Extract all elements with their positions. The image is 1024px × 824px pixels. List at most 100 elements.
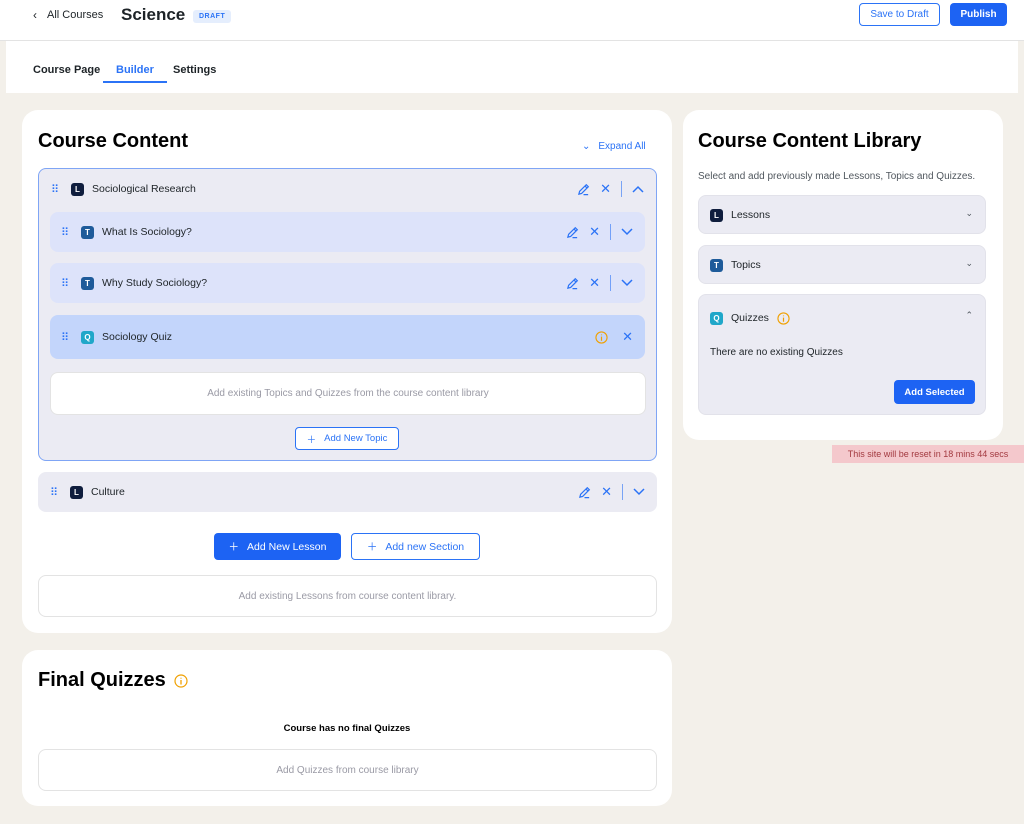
topic-title: Why Study Sociology?	[102, 277, 208, 289]
publish-button[interactable]: Publish	[950, 3, 1007, 26]
course-content-card: Course Content ⌄ Expand All ⠿ L Sociolog…	[22, 110, 672, 633]
plus-icon: ＋	[306, 434, 317, 446]
tab-course-page[interactable]: Course Page	[33, 64, 100, 81]
quiz-badge-icon: Q	[710, 311, 723, 325]
course-title: Science	[121, 5, 186, 24]
add-new-topic-label: Add New Topic	[324, 433, 388, 444]
library-description: Select and add previously made Lessons, …	[698, 171, 976, 182]
topic-actions: ✕	[566, 212, 633, 252]
lesson-badge-icon: L	[70, 485, 83, 499]
add-new-lesson-label: Add New Lesson	[247, 540, 327, 553]
lesson-title: Culture	[91, 486, 125, 498]
top-bar: ‹ All Courses Science DRAFT Save to Draf…	[0, 0, 1024, 41]
library-section-label: Quizzes	[731, 312, 769, 324]
drag-handle-icon[interactable]: ⠿	[61, 226, 81, 239]
topic-actions: ✕	[566, 263, 633, 303]
add-new-section-button[interactable]: ＋ Add new Section	[351, 533, 480, 560]
drag-handle-icon[interactable]: ⠿	[61, 331, 81, 344]
plus-icon: ＋	[366, 541, 378, 553]
lesson-row[interactable]: ⠿ L Culture ✕	[38, 472, 657, 512]
save-to-draft-button[interactable]: Save to Draft	[859, 3, 940, 26]
lesson-row[interactable]: ⠿ L Sociological Research ✕	[39, 169, 656, 209]
back-label: All Courses	[47, 9, 104, 21]
divider	[610, 224, 611, 240]
edit-icon[interactable]	[578, 486, 591, 499]
edit-icon[interactable]	[566, 226, 579, 239]
plus-icon: ＋	[228, 541, 240, 553]
topic-row[interactable]: ⠿ T Why Study Sociology? ✕	[50, 263, 645, 303]
chevron-down-icon[interactable]	[621, 228, 633, 236]
drag-handle-icon[interactable]: ⠿	[61, 277, 81, 290]
no-final-quizzes-text: Course has no final Quizzes	[283, 723, 411, 734]
chevron-down-icon: ⌄	[582, 141, 591, 152]
library-section-label: Topics	[731, 259, 761, 271]
library-section-label: Lessons	[731, 209, 771, 221]
quiz-actions: ✕	[595, 315, 633, 359]
chevron-down-icon[interactable]	[621, 279, 633, 287]
back-to-courses-link[interactable]: ‹ All Courses	[33, 8, 103, 22]
no-existing-quizzes-text: There are no existing Quizzes	[710, 347, 843, 358]
library-section-header[interactable]: Q Quizzes ⌃	[699, 295, 985, 341]
final-quizzes-card: Final Quizzes Course has no final Quizze…	[22, 650, 672, 806]
edit-icon[interactable]	[577, 183, 590, 196]
lesson-actions: ✕	[578, 472, 645, 512]
add-new-topic-button[interactable]: ＋ Add New Topic	[295, 427, 399, 450]
quiz-badge-icon: Q	[81, 330, 94, 344]
close-icon[interactable]: ✕	[600, 181, 611, 197]
library-section-header[interactable]: L Lessons ⌄	[699, 196, 985, 234]
topic-badge-icon: T	[710, 258, 723, 272]
library-section-header[interactable]: T Topics ⌄	[699, 246, 985, 284]
chevron-down-icon: ⌄	[965, 208, 973, 218]
topics-drop-zone[interactable]: Add existing Topics and Quizzes from the…	[50, 372, 646, 415]
close-icon[interactable]: ✕	[589, 224, 600, 240]
course-content-title: Course Content	[38, 130, 188, 152]
close-icon[interactable]: ✕	[601, 484, 612, 500]
reset-notice: This site will be reset in 18 mins 44 se…	[832, 445, 1024, 463]
add-new-section-label: Add new Section	[385, 540, 465, 553]
final-quizzes-title: Final Quizzes	[38, 669, 166, 691]
library-section-topics[interactable]: T Topics ⌄	[698, 245, 986, 284]
final-quizzes-heading: Final Quizzes	[38, 669, 188, 692]
close-icon[interactable]: ✕	[622, 329, 633, 345]
quiz-title: Sociology Quiz	[102, 331, 173, 343]
lesson-badge-icon: L	[71, 182, 84, 196]
topic-title: What Is Sociology?	[102, 226, 192, 238]
add-selected-button[interactable]: Add Selected	[894, 380, 975, 404]
library-section-lessons[interactable]: L Lessons ⌄	[698, 195, 986, 234]
quiz-row[interactable]: ⠿ Q Sociology Quiz ✕	[50, 315, 645, 359]
lesson-container: ⠿ L Sociological Research ✕ ⠿ T What Is …	[38, 168, 657, 461]
status-badge: DRAFT	[193, 10, 232, 23]
lesson-badge-icon: L	[710, 208, 723, 222]
divider	[622, 484, 623, 500]
lesson-actions: ✕	[577, 169, 644, 209]
tab-settings[interactable]: Settings	[173, 64, 216, 81]
final-quizzes-drop-zone[interactable]: Add Quizzes from course library	[38, 749, 657, 791]
tab-builder[interactable]: Builder	[103, 64, 167, 83]
library-title: Course Content Library	[698, 130, 922, 152]
info-circle-icon[interactable]	[174, 673, 188, 688]
close-icon[interactable]: ✕	[589, 275, 600, 291]
lessons-drop-zone[interactable]: Add existing Lessons from course content…	[38, 575, 657, 617]
drag-handle-icon[interactable]: ⠿	[50, 486, 70, 499]
expand-all-label: Expand All	[598, 141, 646, 152]
topic-badge-icon: T	[81, 276, 94, 290]
info-circle-icon[interactable]	[777, 311, 790, 325]
expand-all-button[interactable]: ⌄ Expand All	[582, 141, 646, 152]
drag-handle-icon[interactable]: ⠿	[51, 183, 71, 196]
divider	[610, 275, 611, 291]
chevron-down-icon: ⌄	[965, 258, 973, 268]
chevron-up-icon: ⌃	[965, 310, 973, 320]
info-circle-icon[interactable]	[595, 330, 608, 344]
edit-icon[interactable]	[566, 277, 579, 290]
chevron-down-icon[interactable]	[633, 488, 645, 496]
topic-row[interactable]: ⠿ T What Is Sociology? ✕	[50, 212, 645, 252]
topic-badge-icon: T	[81, 225, 94, 239]
tab-bar: Course Page Builder Settings	[6, 41, 1018, 93]
chevron-up-icon[interactable]	[632, 185, 644, 193]
divider	[621, 181, 622, 197]
content-library-card: Course Content Library Select and add pr…	[683, 110, 1003, 440]
lesson-title: Sociological Research	[92, 183, 196, 195]
add-new-lesson-button[interactable]: ＋ Add New Lesson	[214, 533, 341, 560]
library-section-quizzes: Q Quizzes ⌃ There are no existing Quizze…	[698, 294, 986, 415]
chevron-left-icon: ‹	[33, 8, 37, 22]
